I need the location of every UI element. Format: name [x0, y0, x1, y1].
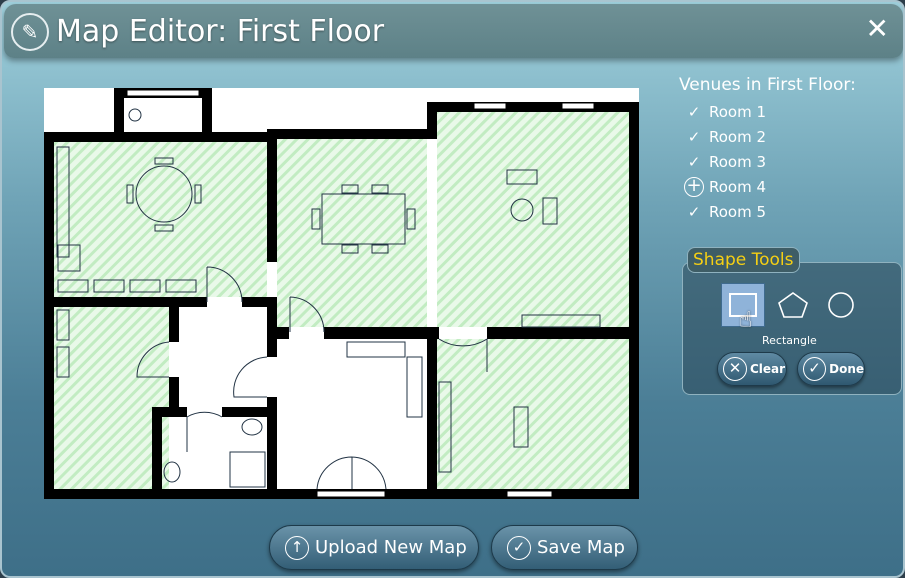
- clear-button[interactable]: ✕ Clear: [717, 352, 787, 386]
- window-title: Map Editor: First Floor: [56, 14, 385, 49]
- check-icon: ✓: [687, 127, 701, 146]
- save-map-button[interactable]: ✓ Save Map: [491, 525, 638, 570]
- clear-label: Clear: [750, 362, 786, 376]
- circle-tool[interactable]: [819, 283, 863, 327]
- shape-tools-title: Shape Tools: [687, 247, 800, 273]
- venue-label: Room 3: [709, 152, 767, 171]
- room-5-area: [437, 339, 629, 489]
- circle-icon: [828, 292, 854, 318]
- venue-label: Room 2: [709, 127, 767, 146]
- venue-room-1[interactable]: ✓ Room 1: [679, 99, 856, 124]
- check-circle-icon: ✓: [507, 535, 531, 560]
- title-bar: ✎ Map Editor: First Floor ✕: [4, 4, 903, 58]
- venue-room-4[interactable]: + Room 4: [679, 174, 856, 199]
- room-2-area: [437, 112, 629, 327]
- venue-label: Room 1: [709, 102, 767, 121]
- upload-arrow-icon: ↑: [285, 535, 309, 560]
- venue-room-3[interactable]: ✓ Room 3: [679, 149, 856, 174]
- map-editor-window: ✎ Map Editor: First Floor ✕ Venues in Fi…: [0, 0, 905, 578]
- done-button[interactable]: ✓ Done: [797, 352, 865, 386]
- shape-tools-panel: [682, 262, 902, 395]
- selected-shape-label: Rectangle: [762, 334, 817, 347]
- check-icon: ✓: [687, 152, 701, 171]
- check-icon: ✓: [687, 102, 701, 121]
- pentagon-tool[interactable]: [771, 283, 815, 327]
- room-1-area: [54, 142, 267, 297]
- close-button[interactable]: ✕: [866, 12, 889, 45]
- upload-label: Upload New Map: [315, 537, 467, 558]
- check-circle-icon: ✓: [803, 357, 827, 381]
- floor-plan-map[interactable]: [44, 88, 639, 499]
- save-label: Save Map: [537, 537, 625, 558]
- check-icon: ✓: [687, 202, 701, 221]
- venue-label: Room 5: [709, 202, 767, 221]
- pentagon-icon: [778, 292, 808, 318]
- venue-room-5[interactable]: ✓ Room 5: [679, 199, 856, 224]
- venue-label: Room 4: [709, 177, 767, 196]
- venues-panel: Venues in First Floor: ✓ Room 1 ✓ Room 2 ✓…: [679, 75, 856, 224]
- upload-new-map-button[interactable]: ↑ Upload New Map: [269, 525, 479, 570]
- done-label: Done: [829, 362, 864, 376]
- venues-heading: Venues in First Floor:: [679, 75, 856, 95]
- venue-room-2[interactable]: ✓ Room 2: [679, 124, 856, 149]
- add-icon[interactable]: +: [684, 176, 704, 197]
- room-3-area: [54, 307, 169, 489]
- pencil-icon: ✎: [11, 13, 49, 51]
- hand-cursor-icon: ☝: [739, 308, 753, 333]
- floor-plan[interactable]: [44, 88, 639, 499]
- x-circle-icon: ✕: [723, 357, 747, 381]
